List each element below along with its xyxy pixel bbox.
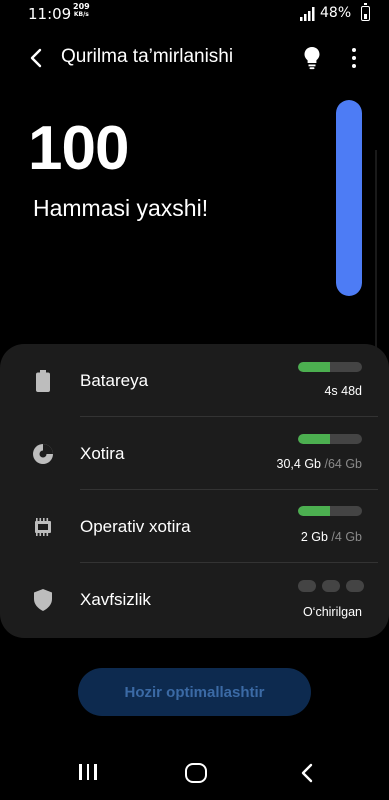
security-meter: [298, 580, 364, 592]
memory-used: 2 Gb: [300, 530, 332, 544]
storage-total: /64 Gb: [324, 457, 362, 471]
battery-meter-fill: [298, 362, 330, 372]
signal-icon: [300, 7, 315, 21]
optimize-now-button[interactable]: Hozir optimallashtir: [78, 668, 311, 716]
page-title: Qurilma ta’mirlanishi: [61, 46, 234, 67]
security-dot: [298, 580, 316, 592]
security-value: O‘chirilgan: [302, 605, 362, 619]
more-dot: [352, 64, 356, 68]
battery-value: 4s 48d: [324, 384, 362, 398]
more-dot: [352, 48, 356, 52]
optimization-score: 100: [28, 114, 129, 183]
list-item-security[interactable]: Xavfsizlik O‘chirilgan: [0, 563, 389, 636]
memory-total: /4 Gb: [331, 530, 362, 544]
tips-button[interactable]: [298, 42, 326, 74]
more-dot: [352, 56, 356, 60]
recent-apps-icon[interactable]: [78, 764, 98, 782]
score-bar-fill: [336, 100, 362, 296]
storage-used: 30,4 Gb: [276, 457, 325, 471]
battery-percent: 48%: [320, 5, 352, 21]
more-options-button[interactable]: [343, 42, 365, 74]
back-arrow-icon: [30, 48, 42, 68]
network-speed: 209 KB/s: [73, 3, 90, 19]
security-dot: [346, 580, 364, 592]
memory-value: 2 Gb /4 Gb: [301, 530, 362, 544]
storage-meter: [298, 434, 362, 444]
back-button[interactable]: [22, 44, 50, 72]
score-bar: [336, 100, 362, 296]
optimization-status: Hammasi yaxshi!: [33, 195, 209, 221]
navigation-bar: [0, 740, 389, 800]
shield-icon: [30, 587, 56, 613]
storage-meter-fill: [298, 434, 330, 444]
security-dot: [322, 580, 340, 592]
network-speed-value: 209: [73, 2, 90, 11]
app-header: Qurilma ta’mirlanishi: [0, 38, 389, 78]
status-time: 11:09: [28, 5, 72, 23]
storage-label: Xotira: [80, 444, 125, 463]
battery-label: Batareya: [80, 371, 149, 390]
battery-icon: [30, 368, 56, 394]
maintenance-card: Batareya 4s 48d Xotira 30,4 Gb /64 Gb Op…: [0, 344, 389, 638]
lightbulb-icon: [304, 47, 320, 70]
memory-chip-icon: [30, 514, 56, 540]
memory-meter: [298, 506, 362, 516]
battery-meter: [298, 362, 362, 372]
nav-back-icon[interactable]: [296, 762, 318, 784]
status-bar: 11:09 209 KB/s 48%: [0, 0, 389, 28]
storage-value: 30,4 Gb /64 Gb: [277, 457, 362, 471]
security-label: Xavfsizlik: [80, 590, 151, 609]
memory-meter-fill: [298, 506, 330, 516]
battery-status-icon: [361, 3, 370, 21]
battery-value-main: 4s 48d: [324, 384, 362, 398]
list-item-battery[interactable]: Batareya 4s 48d: [0, 344, 389, 417]
network-speed-unit: KB/s: [73, 11, 89, 18]
list-item-storage[interactable]: Xotira 30,4 Gb /64 Gb: [0, 417, 389, 490]
memory-label: Operativ xotira: [80, 517, 191, 536]
list-item-memory[interactable]: Operativ xotira 2 Gb /4 Gb: [0, 490, 389, 563]
storage-pie-icon: [30, 441, 56, 467]
home-icon[interactable]: [185, 763, 207, 783]
